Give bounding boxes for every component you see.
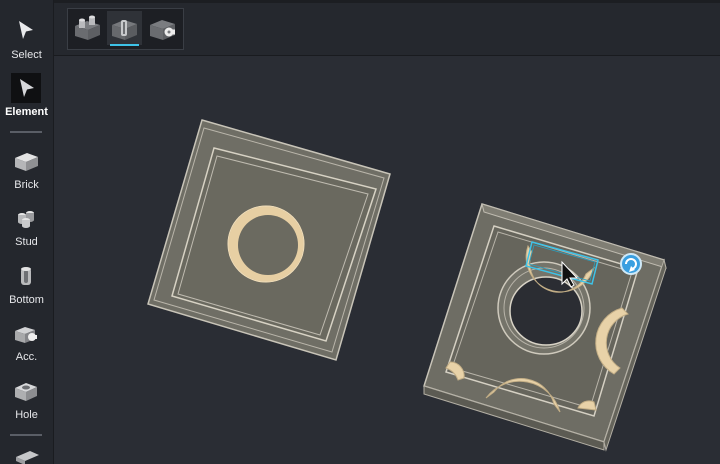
3d-viewport[interactable] bbox=[54, 56, 720, 464]
right-brick[interactable] bbox=[423, 203, 667, 452]
studs-view-icon bbox=[70, 11, 105, 45]
left-brick[interactable] bbox=[147, 119, 391, 361]
accessory-view-icon bbox=[145, 11, 180, 45]
tool-hole[interactable]: Hole bbox=[0, 372, 53, 428]
brick-icon bbox=[11, 146, 41, 176]
stud-icon bbox=[11, 203, 41, 233]
accessory-icon bbox=[11, 318, 41, 348]
bottom-view-button[interactable] bbox=[107, 11, 142, 46]
tool-bottom-label: Bottom bbox=[9, 294, 44, 306]
sidebar-divider bbox=[10, 131, 42, 133]
hole-icon bbox=[11, 376, 41, 406]
tool-brick-label: Brick bbox=[14, 179, 39, 191]
toolbar-edge bbox=[54, 0, 720, 3]
tool-accessory[interactable]: Acc. bbox=[0, 314, 53, 370]
tool-more[interactable] bbox=[0, 444, 53, 464]
plate-icon bbox=[11, 448, 41, 464]
bottom-view-icon bbox=[107, 11, 142, 45]
sidebar-divider bbox=[10, 434, 42, 436]
accessory-view-button[interactable] bbox=[145, 11, 180, 45]
view-toolbar bbox=[54, 0, 720, 56]
tool-accessory-label: Acc. bbox=[15, 351, 38, 363]
rotate-handle-icon[interactable] bbox=[620, 253, 642, 275]
active-indicator bbox=[110, 44, 139, 46]
view-mode-group bbox=[67, 8, 184, 50]
app-window: Select Element Brick Stud Bottom Acc. Ho… bbox=[0, 0, 720, 464]
tool-stud-label: Stud bbox=[15, 236, 38, 248]
tool-brick[interactable]: Brick bbox=[0, 142, 53, 198]
cursor-icon bbox=[11, 16, 41, 46]
viewport-canvas bbox=[147, 119, 667, 452]
tool-sidebar: Select Element Brick Stud Bottom Acc. Ho… bbox=[0, 0, 54, 464]
tool-element-label: Element bbox=[5, 106, 48, 118]
tool-select-label: Select bbox=[11, 49, 42, 61]
studs-view-button[interactable] bbox=[70, 11, 105, 45]
cursor-filled-icon bbox=[11, 73, 41, 103]
tool-hole-label: Hole bbox=[15, 409, 38, 421]
tool-stud[interactable]: Stud bbox=[0, 199, 53, 255]
tool-select[interactable]: Select bbox=[0, 12, 53, 68]
tool-element[interactable]: Element bbox=[0, 69, 53, 125]
tool-bottom[interactable]: Bottom bbox=[0, 257, 53, 313]
bottom-icon bbox=[11, 261, 41, 291]
